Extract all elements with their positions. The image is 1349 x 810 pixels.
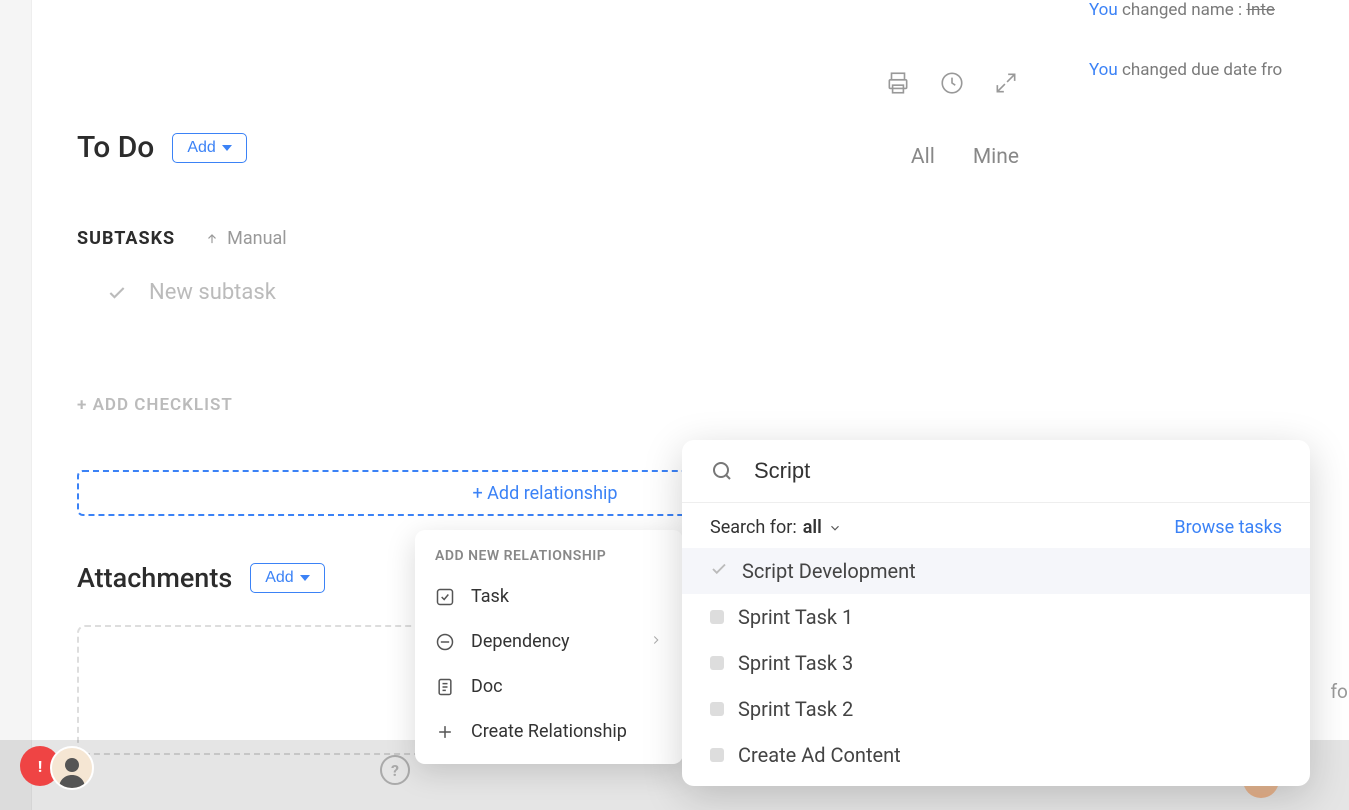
search-filter-value: all — [803, 517, 822, 538]
chevron-down-icon — [222, 145, 232, 151]
activity-entry: You changed name : Inte — [1089, 0, 1349, 20]
expand-icon[interactable] — [993, 70, 1019, 100]
activity-actor: You — [1089, 0, 1118, 20]
toolbar-icons — [885, 70, 1019, 100]
relationship-menu-title: ADD NEW RELATIONSHIP — [415, 548, 683, 574]
add-label: Add — [265, 569, 293, 587]
left-gutter — [0, 0, 32, 810]
tab-all[interactable]: All — [911, 145, 935, 169]
search-icon — [710, 459, 734, 483]
status-header: To Do Add — [77, 130, 247, 165]
rel-menu-item-task[interactable]: Task — [415, 574, 683, 619]
activity-actor: You — [1089, 60, 1118, 80]
activity-tabs: All Mine — [911, 145, 1019, 169]
relationship-menu: ADD NEW RELATIONSHIP Task Dependency Doc… — [415, 530, 683, 764]
new-subtask-placeholder: New subtask — [149, 280, 276, 305]
result-label: Create Ad Content — [738, 743, 901, 767]
status-add-button[interactable]: Add — [172, 133, 246, 163]
chevron-right-icon — [649, 631, 663, 652]
history-icon[interactable] — [939, 70, 965, 100]
status-title: To Do — [77, 130, 154, 165]
text-peek: for c — [1330, 680, 1349, 703]
person-icon — [54, 752, 90, 788]
search-input[interactable] — [754, 458, 1282, 484]
rel-menu-item-create[interactable]: Create Relationship — [415, 709, 683, 754]
attachments-header: Attachments Add — [77, 562, 325, 594]
search-filter-row: Search for: all Browse tasks — [682, 503, 1310, 548]
status-icon — [710, 656, 724, 670]
search-row — [682, 440, 1310, 503]
result-label: Sprint Task 2 — [738, 697, 853, 721]
add-checklist-button[interactable]: + ADD CHECKLIST — [77, 395, 233, 415]
arrow-up-icon — [205, 232, 219, 246]
result-label: Script Development — [742, 559, 916, 583]
activity-entry: You changed due date fro — [1089, 60, 1349, 80]
dependency-icon — [435, 632, 455, 652]
search-results: Script Development Sprint Task 1 Sprint … — [682, 548, 1310, 786]
rel-menu-label: Create Relationship — [471, 721, 627, 742]
avatar[interactable] — [50, 746, 94, 790]
add-label: Add — [187, 139, 215, 157]
subtasks-sort[interactable]: Manual — [205, 228, 287, 249]
search-result[interactable]: Sprint Task 2 — [682, 686, 1310, 732]
search-result[interactable]: Create Ad Content — [682, 732, 1310, 778]
rel-menu-item-doc[interactable]: Doc — [415, 664, 683, 709]
browse-tasks-link[interactable]: Browse tasks — [1174, 517, 1282, 538]
chevron-down-icon — [300, 575, 310, 581]
check-icon — [107, 283, 127, 303]
search-filter-prefix: Search for: — [710, 517, 797, 538]
rel-menu-item-dependency[interactable]: Dependency — [415, 619, 683, 664]
subtasks-sort-label: Manual — [227, 228, 287, 249]
add-relationship-label: + Add relationship — [473, 483, 618, 504]
tab-mine[interactable]: Mine — [973, 145, 1019, 169]
status-icon — [710, 748, 724, 762]
rel-menu-label: Doc — [471, 676, 503, 697]
doc-icon — [435, 677, 455, 697]
status-icon — [710, 702, 724, 716]
subtasks-header: SUBTASKS Manual — [77, 228, 287, 249]
status-icon — [710, 610, 724, 624]
plus-icon — [435, 722, 455, 742]
new-subtask-row[interactable]: New subtask — [77, 280, 276, 305]
attachments-add-button[interactable]: Add — [250, 563, 324, 593]
subtasks-label: SUBTASKS — [77, 228, 175, 249]
chevron-down-icon — [828, 521, 842, 535]
task-icon — [435, 587, 455, 607]
attachments-title: Attachments — [77, 562, 232, 594]
help-icon[interactable]: ? — [380, 755, 410, 785]
rel-menu-label: Task — [471, 586, 509, 607]
search-popup: Search for: all Browse tasks Script Deve… — [682, 440, 1310, 786]
activity-text: changed due date fro — [1118, 60, 1283, 80]
search-filter[interactable]: Search for: all — [710, 517, 842, 538]
search-result[interactable]: Script Development — [682, 548, 1310, 594]
print-icon[interactable] — [885, 70, 911, 100]
result-label: Sprint Task 3 — [738, 651, 853, 675]
activity-text: changed name : — [1118, 0, 1247, 20]
avatar-stack[interactable]: ! — [20, 746, 94, 790]
activity-strike: Inte — [1246, 0, 1275, 20]
search-result[interactable]: Sprint Task 1 — [682, 594, 1310, 640]
rel-menu-label: Dependency — [471, 631, 570, 652]
activity-feed: You changed name : Inte You changed due … — [1089, 0, 1349, 120]
result-label: Sprint Task 1 — [738, 605, 853, 629]
search-result[interactable]: Sprint Task 3 — [682, 640, 1310, 686]
check-icon — [710, 559, 728, 583]
